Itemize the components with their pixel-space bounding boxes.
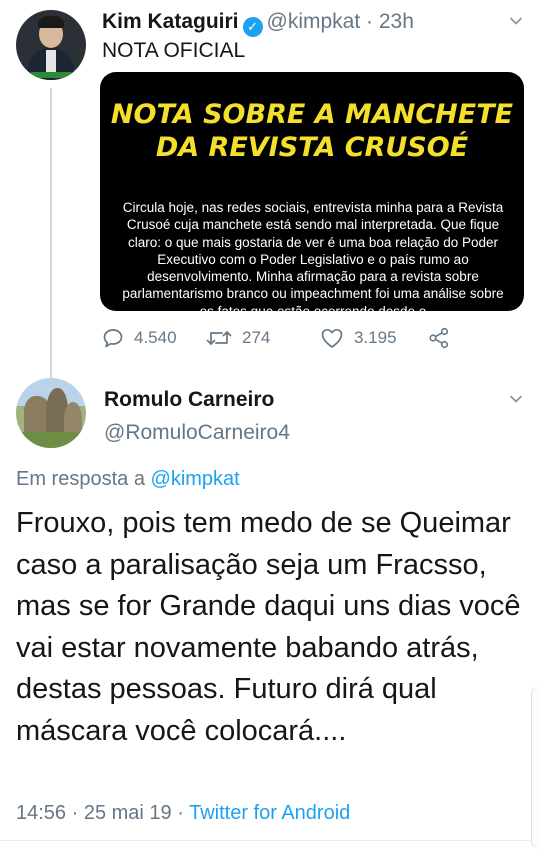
share-icon (429, 327, 449, 349)
reply-icon (103, 329, 123, 348)
media-title-line1: NOTA SOBRE A MANCHETE (110, 99, 514, 130)
tweet-time[interactable]: 23h (379, 10, 414, 33)
reply-count: 4.540 (134, 328, 177, 347)
tweet-text: NOTA OFICIAL (102, 39, 246, 62)
retweet-count: 274 (242, 328, 271, 347)
chevron-down-icon[interactable] (509, 14, 523, 28)
author-avatar[interactable] (16, 10, 86, 80)
reply-action[interactable]: 4.540 (102, 324, 177, 352)
reply-text: Frouxo, pois tem medo de se Queimar caso… (16, 507, 521, 747)
reply-meta: 14:56 · 25 mai 19 · Twitter for Android (16, 802, 350, 825)
in-reply-handle-link[interactable]: @kimpkat (151, 468, 240, 490)
share-action[interactable] (428, 324, 460, 352)
reply-author-handle[interactable]: @RomuloCarneiro4 (104, 421, 290, 445)
media-title-line2: DA REVISTA CRUSOÉ (155, 132, 469, 163)
author-handle[interactable]: @kimpkat (267, 10, 361, 33)
tweet-media-image[interactable]: NOTA SOBRE A MANCHETE DA REVISTA CRUSOÉ … (100, 72, 524, 311)
edge-panel-handle[interactable] (531, 686, 540, 849)
reply-source-link[interactable]: Twitter for Android (189, 802, 350, 824)
thread-connector-line (50, 88, 52, 380)
reply-timestamp[interactable]: 14:56 · 25 mai 19 · (16, 802, 184, 824)
divider (0, 840, 540, 841)
media-body-text: Circula hoje, nas redes sociais, entrevi… (122, 200, 504, 311)
separator-dot: · (360, 10, 379, 33)
media-title: NOTA SOBRE A MANCHETE DA REVISTA CRUSOÉ (100, 98, 524, 164)
heart-icon (321, 328, 343, 348)
tweet-header: Kim Kataguiri ✓ @kimpkat · 23h (102, 10, 414, 37)
retweet-action[interactable]: 274 (206, 324, 270, 352)
like-action[interactable]: 3.195 (320, 324, 397, 352)
reply-author-name[interactable]: Romulo Carneiro (104, 388, 274, 412)
retweet-icon (206, 331, 232, 345)
author-name[interactable]: Kim Kataguiri (102, 10, 239, 33)
in-reply-to: Em resposta a @kimpkat (16, 468, 240, 491)
chevron-down-icon[interactable] (509, 392, 523, 406)
like-count: 3.195 (354, 328, 397, 347)
verified-badge-icon: ✓ (242, 17, 263, 37)
in-reply-prefix: Em resposta a (16, 468, 145, 490)
reply-author-avatar[interactable] (16, 378, 86, 448)
